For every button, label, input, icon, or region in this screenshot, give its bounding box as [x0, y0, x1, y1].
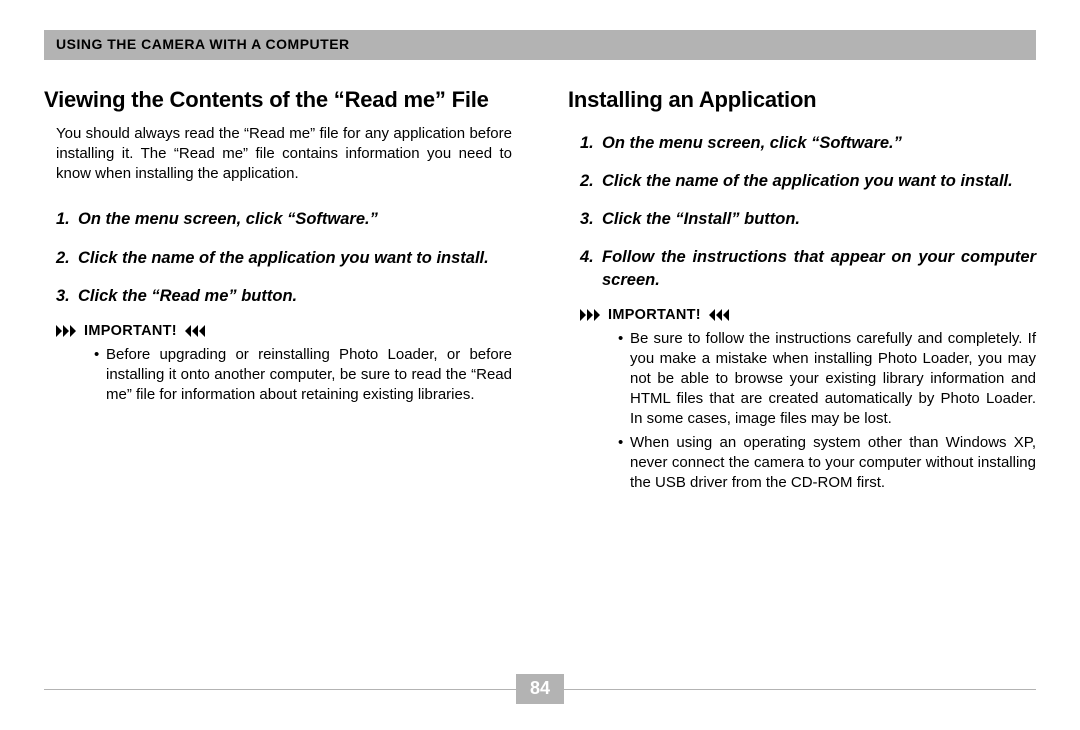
- left-important-block: IMPORTANT! Before upgrading or reinstall…: [44, 323, 512, 405]
- section-header-bar: USING THE CAMERA WITH A COMPUTER: [44, 30, 1036, 60]
- left-step-3: 3. Click the “Read me” button.: [56, 285, 512, 307]
- step-number: 1.: [56, 208, 78, 230]
- right-step-1: 1. On the menu screen, click “Software.”: [580, 132, 1036, 154]
- right-step-2: 2. Click the name of the application you…: [580, 170, 1036, 192]
- bullet-item: Before upgrading or reinstalling Photo L…: [94, 345, 512, 405]
- step-number: 4.: [580, 246, 602, 291]
- page-number-badge: 84: [516, 674, 564, 704]
- right-important-block: IMPORTANT! Be sure to follow the instruc…: [568, 307, 1036, 494]
- left-intro-paragraph: You should always read the “Read me” fil…: [44, 124, 512, 185]
- step-text: Click the “Install” button.: [602, 208, 1036, 230]
- right-steps-list: 1. On the menu screen, click “Software.”…: [568, 132, 1036, 291]
- left-step-1: 1. On the menu screen, click “Software.”: [56, 208, 512, 230]
- page-footer: 84: [44, 674, 1036, 704]
- step-number: 3.: [56, 285, 78, 307]
- footer-rule-right: [564, 689, 1036, 690]
- right-important-bullets: Be sure to follow the instructions caref…: [580, 329, 1036, 494]
- right-step-3: 3. Click the “Install” button.: [580, 208, 1036, 230]
- arrows-left-icon: [181, 325, 205, 337]
- important-label: IMPORTANT!: [56, 323, 512, 339]
- arrows-left-icon: [705, 309, 729, 321]
- step-number: 2.: [56, 247, 78, 269]
- bullet-item: Be sure to follow the instructions caref…: [618, 329, 1036, 429]
- step-number: 1.: [580, 132, 602, 154]
- section-header-text: USING THE CAMERA WITH A COMPUTER: [56, 36, 350, 52]
- footer-rule-left: [44, 689, 516, 690]
- right-column: Installing an Application 1. On the menu…: [568, 86, 1036, 498]
- manual-page: USING THE CAMERA WITH A COMPUTER Viewing…: [0, 0, 1080, 730]
- important-text: IMPORTANT!: [608, 307, 701, 323]
- important-label: IMPORTANT!: [580, 307, 1036, 323]
- left-column: Viewing the Contents of the “Read me” Fi…: [44, 86, 512, 498]
- left-step-2: 2. Click the name of the application you…: [56, 247, 512, 269]
- two-column-layout: Viewing the Contents of the “Read me” Fi…: [44, 86, 1036, 498]
- arrows-right-icon: [580, 309, 604, 321]
- step-text: Click the “Read me” button.: [78, 285, 512, 307]
- important-text: IMPORTANT!: [84, 323, 177, 339]
- left-heading: Viewing the Contents of the “Read me” Fi…: [44, 86, 512, 114]
- step-number: 3.: [580, 208, 602, 230]
- step-text: Click the name of the application you wa…: [602, 170, 1036, 192]
- right-step-4: 4. Follow the instructions that appear o…: [580, 246, 1036, 291]
- step-text: Click the name of the application you wa…: [78, 247, 512, 269]
- step-text: On the menu screen, click “Software.”: [602, 132, 1036, 154]
- step-text: On the menu screen, click “Software.”: [78, 208, 512, 230]
- step-text: Follow the instructions that appear on y…: [602, 246, 1036, 291]
- step-number: 2.: [580, 170, 602, 192]
- left-important-bullets: Before upgrading or reinstalling Photo L…: [56, 345, 512, 405]
- left-steps-list: 1. On the menu screen, click “Software.”…: [44, 208, 512, 307]
- arrows-right-icon: [56, 325, 80, 337]
- bullet-item: When using an operating system other tha…: [618, 433, 1036, 493]
- right-heading: Installing an Application: [568, 86, 1036, 114]
